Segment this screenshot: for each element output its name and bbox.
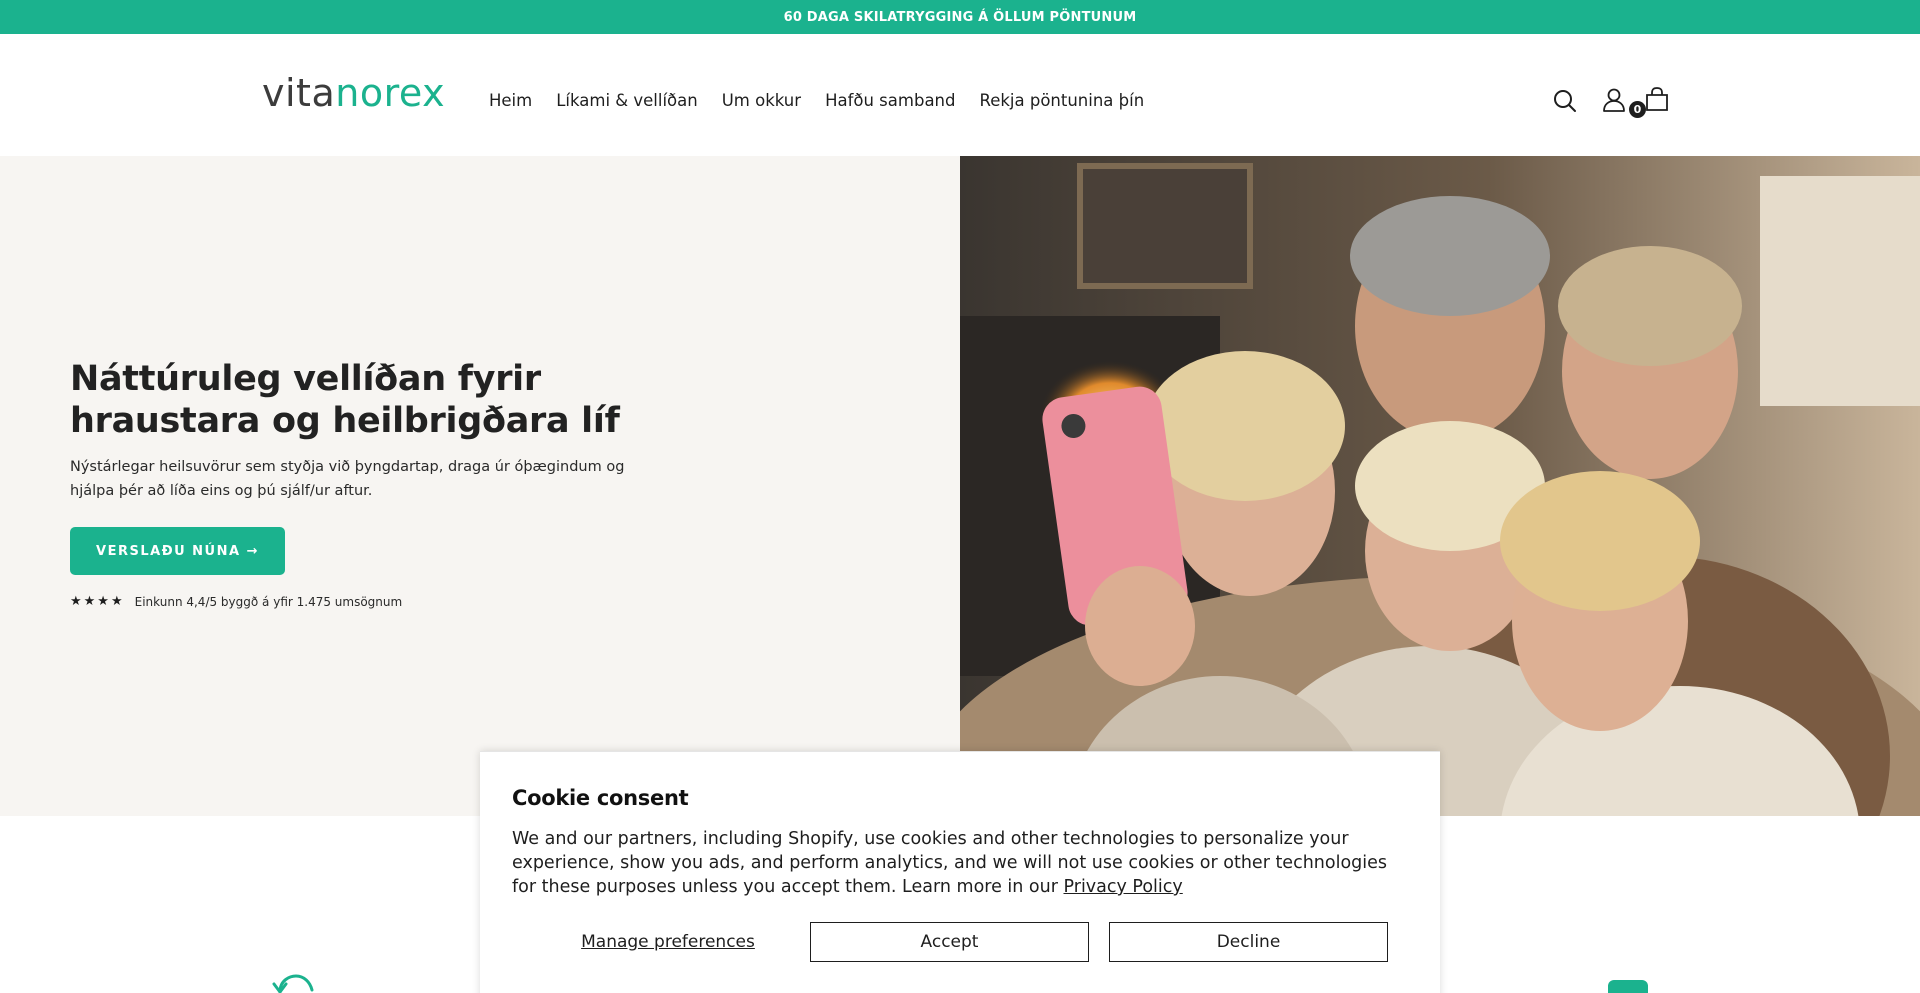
- cookie-body-text: We and our partners, including Shopify, …: [512, 829, 1388, 897]
- nav-item-about[interactable]: Um okkur: [722, 91, 801, 110]
- announcement-bar: 60 DAGA SKILATRYGGING Á ÖLLUM PÖNTUNUM: [0, 0, 1920, 34]
- feature-icon: [1608, 980, 1648, 993]
- cookie-body: We and our partners, including Shopify, …: [512, 827, 1412, 899]
- account-icon[interactable]: [1601, 87, 1627, 113]
- rating-text: Einkunn 4,4/5 byggð á yfir 1.475 umsögnu…: [134, 594, 403, 609]
- nav-item-home[interactable]: Heim: [489, 91, 532, 110]
- logo[interactable]: vitanorex: [262, 74, 445, 112]
- accept-button[interactable]: Accept: [810, 922, 1089, 962]
- cookie-consent-dialog: Cookie consent We and our partners, incl…: [480, 751, 1440, 993]
- hero-image: [960, 156, 1920, 816]
- nav-item-body-wellness[interactable]: Líkami & vellíðan: [556, 91, 698, 110]
- cart-count-badge: 0: [1629, 101, 1646, 118]
- cart-icon[interactable]: [1644, 86, 1670, 112]
- hero-subtitle: Nýstárlegar heilsuvörur sem styðja við þ…: [70, 459, 625, 499]
- announcement-text: 60 DAGA SKILATRYGGING Á ÖLLUM PÖNTUNUM: [783, 9, 1137, 25]
- site-header: vitanorex Heim Líkami & vellíðan Um okku…: [0, 34, 1920, 156]
- nav-item-contact[interactable]: Hafðu samband: [825, 91, 955, 110]
- manage-preferences-button[interactable]: Manage preferences: [568, 922, 768, 962]
- main-nav: Heim Líkami & vellíðan Um okkur Hafðu sa…: [489, 91, 1168, 110]
- decline-button[interactable]: Decline: [1109, 922, 1388, 962]
- logo-part-2: norex: [335, 71, 446, 115]
- privacy-policy-link[interactable]: Privacy Policy: [1064, 877, 1183, 897]
- nav-item-track-order[interactable]: Rekja pöntunina þín: [979, 91, 1144, 110]
- rating-summary: ★★★★ Einkunn 4,4/5 byggð á yfir 1.475 um…: [70, 594, 402, 609]
- cookie-title: Cookie consent: [512, 786, 689, 810]
- logo-part-1: vita: [262, 71, 336, 115]
- search-icon[interactable]: [1552, 88, 1578, 114]
- rating-stars: ★★★★: [70, 594, 125, 609]
- return-icon: [272, 974, 314, 993]
- hero-title: Náttúruleg vellíðan fyrir hraustara og h…: [70, 359, 620, 441]
- shop-now-button[interactable]: VERSLAÐU NÚNA →: [70, 527, 285, 575]
